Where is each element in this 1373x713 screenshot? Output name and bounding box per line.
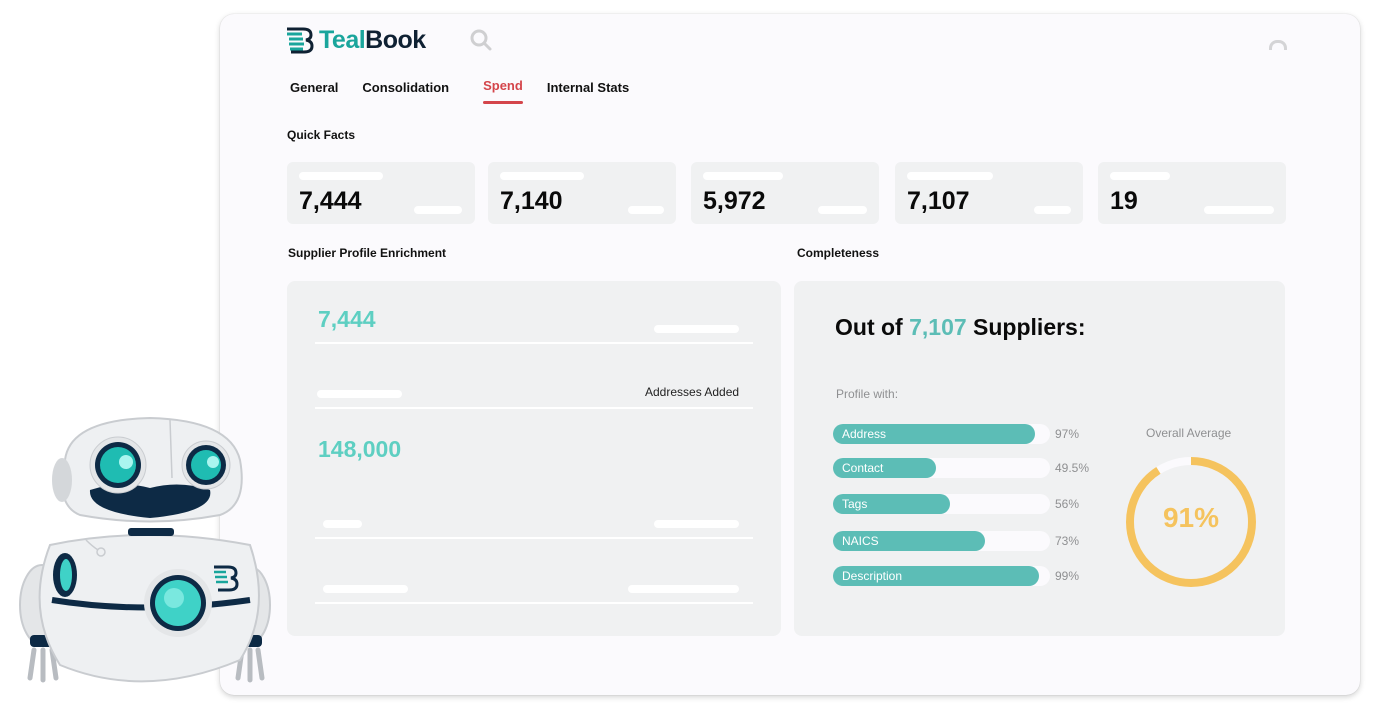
placeholder-bar [414, 206, 462, 214]
user-icon[interactable] [1269, 40, 1287, 50]
profile-with-label: Profile with: [836, 387, 899, 401]
placeholder-bar [1204, 206, 1274, 214]
bar-label: NAICS [842, 534, 879, 548]
overall-average-label: Overall Average [1146, 426, 1232, 440]
placeholder-bar [628, 206, 664, 214]
placeholder-bar [1110, 172, 1170, 180]
quick-fact-card[interactable]: 7,444 [287, 162, 475, 224]
quick-fact-card[interactable]: 7,107 [895, 162, 1083, 224]
completeness-bar-tags: Tags 56% [833, 494, 1093, 514]
robot-mascot-icon [19, 416, 271, 683]
addresses-added-value: 148,000 [318, 436, 402, 462]
divider [315, 407, 753, 409]
quick-facts-title: Quick Facts [287, 128, 356, 142]
placeholder-bar [1034, 206, 1071, 214]
tab-consolidation[interactable]: Consolidation [362, 78, 449, 108]
overall-average-value: 91% [1162, 502, 1220, 533]
placeholder-bar [703, 172, 783, 180]
completeness-bar-naics: NAICS 73% [833, 531, 1093, 551]
tab-spend[interactable]: Spend [483, 78, 523, 108]
placeholder-bar [500, 172, 584, 180]
completeness-bar-description: Description 99% [833, 566, 1093, 586]
placeholder-bar [323, 520, 362, 528]
placeholder-bar [628, 585, 739, 593]
completeness-heading: Out of 7,107 Suppliers: [835, 314, 1086, 340]
bar-label: Description [842, 569, 903, 583]
brand-name: TealBook [319, 25, 426, 54]
placeholder-bar [654, 520, 739, 528]
placeholder-bar [654, 325, 739, 333]
placeholder-bar [317, 390, 402, 398]
tab-bar: General Consolidation Spend Internal Sta… [290, 78, 653, 108]
completeness-title: Completeness [797, 246, 880, 260]
quick-fact-value: 7,140 [500, 187, 563, 215]
tab-general[interactable]: General [290, 78, 338, 108]
search-icon[interactable] [469, 28, 493, 52]
enrichment-primary-value: 7,444 [318, 306, 376, 332]
bar-label: Contact [842, 461, 884, 475]
tab-internal-stats[interactable]: Internal Stats [547, 78, 629, 108]
completeness-bar-contact: Contact 49.5% [833, 458, 1093, 478]
tealbook-logo[interactable]: TealBook [285, 25, 426, 55]
supplier-count: 7,107 [909, 314, 967, 340]
bar-percent: 97% [1055, 427, 1080, 441]
bar-label: Address [842, 427, 887, 441]
bar-percent: 56% [1055, 497, 1080, 511]
divider [315, 342, 753, 344]
tealbook-logo-icon [287, 27, 314, 54]
quick-fact-card[interactable]: 7,140 [488, 162, 676, 224]
quick-fact-value: 5,972 [703, 187, 766, 215]
bar-percent: 73% [1055, 534, 1080, 548]
quick-fact-value: 19 [1110, 187, 1138, 215]
quick-fact-card[interactable]: 19 [1098, 162, 1286, 224]
placeholder-bar [299, 172, 383, 180]
quick-fact-value: 7,107 [907, 187, 970, 215]
placeholder-bar [818, 206, 867, 214]
divider [315, 602, 753, 604]
enrichment-title: Supplier Profile Enrichment [288, 246, 447, 260]
placeholder-bar [907, 172, 993, 180]
quick-fact-card[interactable]: 5,972 [691, 162, 879, 224]
addresses-added-label: Addresses Added [645, 385, 740, 399]
placeholder-bar [323, 585, 408, 593]
quick-fact-value: 7,444 [299, 187, 362, 215]
divider [315, 537, 753, 539]
completeness-bar-address: Address 97% [833, 424, 1093, 444]
bar-percent: 49.5% [1055, 461, 1090, 475]
bar-percent: 99% [1055, 569, 1080, 583]
bar-label: Tags [842, 497, 868, 511]
